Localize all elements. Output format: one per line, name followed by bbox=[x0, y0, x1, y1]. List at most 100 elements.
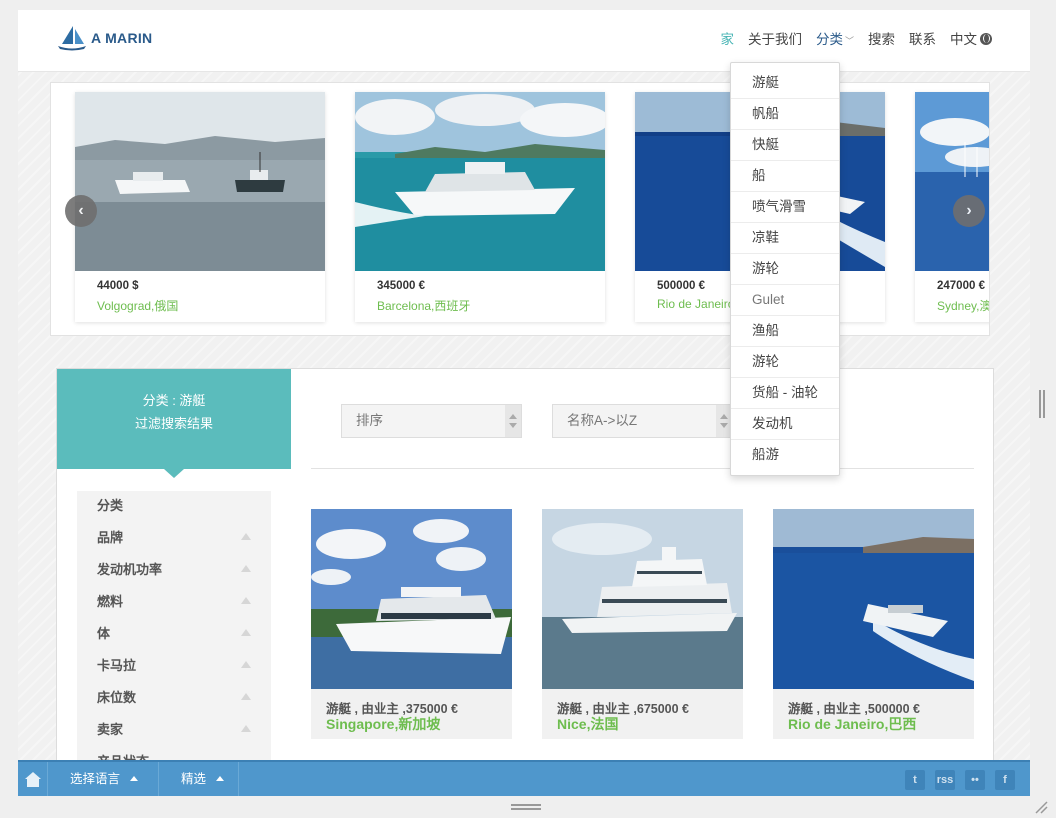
dropdown-item-engine[interactable]: 发动机 bbox=[731, 409, 839, 440]
filter-label: 卖家 bbox=[97, 722, 124, 737]
filter-brand[interactable]: 品牌 bbox=[77, 523, 271, 555]
filter-category[interactable]: 分类 bbox=[77, 491, 271, 523]
order-select[interactable]: 名称A->以Z bbox=[552, 404, 733, 438]
dropdown-item-fishing-boat[interactable]: 渔船 bbox=[731, 316, 839, 347]
flickr-icon[interactable]: •• bbox=[965, 770, 985, 790]
triangle-up-icon bbox=[241, 661, 251, 668]
carousel-prev-button[interactable]: ‹ bbox=[65, 195, 97, 227]
listing-image bbox=[542, 509, 743, 689]
language-selector[interactable]: 选择语言 bbox=[48, 762, 159, 796]
nav-about[interactable]: 关于我们 bbox=[748, 28, 802, 48]
nav-search[interactable]: 搜索 bbox=[868, 28, 895, 48]
filter-label: 卡马拉 bbox=[97, 658, 137, 673]
listing-location[interactable]: Singapore,新加坡 bbox=[326, 714, 440, 734]
order-select-value: 名称A->以Z bbox=[567, 413, 638, 428]
language-selector-label: 选择语言 bbox=[70, 772, 121, 786]
divider bbox=[311, 468, 974, 469]
dropdown-item-sailboat[interactable]: 帆船 bbox=[731, 99, 839, 130]
dropdown-item-boat[interactable]: 船 bbox=[731, 161, 839, 192]
sailboat-logo-icon bbox=[58, 26, 86, 51]
nav-contact[interactable]: 联系 bbox=[909, 28, 936, 48]
sidebar-filter-title: 过滤搜索结果 bbox=[134, 416, 213, 431]
triangle-up-icon bbox=[241, 629, 251, 636]
logo[interactable]: A MARIN bbox=[56, 24, 152, 52]
resize-handle-vertical[interactable] bbox=[1039, 390, 1045, 418]
resize-handle-horizontal[interactable] bbox=[511, 804, 541, 810]
filter-fuel[interactable]: 燃料 bbox=[77, 587, 271, 619]
dropdown-item-cruise-ship[interactable]: 游轮 bbox=[731, 347, 839, 378]
carousel-location[interactable]: Volgograd,俄国 bbox=[97, 297, 178, 314]
resize-corner-icon[interactable] bbox=[1034, 800, 1048, 814]
bottom-toolbar: 选择语言 精选 t rss •• f bbox=[18, 760, 1030, 796]
nav-categories-label: 分类 bbox=[815, 32, 843, 47]
main-nav: 家 关于我们 分类 ﹀ 搜索 联系 中文 bbox=[706, 28, 992, 48]
triangle-up-icon bbox=[241, 597, 251, 604]
carousel-price: 247000 € bbox=[937, 280, 985, 292]
carousel-price: 345000 € bbox=[377, 280, 425, 292]
filter-list: 分类 品牌 发动机功率 燃料 体 卡马拉 床位数 卖家 产品状态 bbox=[77, 491, 271, 796]
dropdown-item-boat-tour[interactable]: 船游 bbox=[731, 440, 839, 471]
filter-label: 燃料 bbox=[97, 594, 124, 609]
triangle-up-icon bbox=[241, 725, 251, 732]
listing-image bbox=[311, 509, 512, 689]
featured-menu[interactable]: 精选 bbox=[159, 762, 239, 796]
carousel-image-yacht bbox=[355, 92, 605, 271]
nav-home[interactable]: 家 bbox=[720, 28, 734, 48]
listing-location[interactable]: Nice,法国 bbox=[557, 714, 618, 734]
carousel-image-harbor bbox=[915, 92, 989, 271]
brand-name: A MARIN bbox=[91, 30, 153, 46]
carousel-image-lake bbox=[75, 92, 325, 271]
dropdown-item-speedboat[interactable]: 快艇 bbox=[731, 130, 839, 161]
chevron-left-icon: ‹ bbox=[78, 202, 84, 219]
twitter-icon[interactable]: t bbox=[905, 770, 925, 790]
select-arrows-icon bbox=[505, 405, 521, 437]
carousel-location[interactable]: Barcelona,西班牙 bbox=[377, 297, 470, 314]
dropdown-item-jetski[interactable]: 喷气滑雪 bbox=[731, 192, 839, 223]
triangle-up-icon bbox=[216, 776, 225, 781]
triangle-up-icon bbox=[241, 533, 251, 540]
listing-content: 排序 名称A->以Z 游艇 , 由业主 ,375000 € Singapore,… bbox=[291, 369, 994, 796]
home-icon[interactable] bbox=[18, 762, 48, 796]
filter-label: 床位数 bbox=[97, 690, 137, 705]
featured-menu-label: 精选 bbox=[181, 772, 207, 786]
filter-seller[interactable]: 卖家 bbox=[77, 715, 271, 747]
dropdown-item-cargo-tanker[interactable]: 货船 - 油轮 bbox=[731, 378, 839, 409]
listing-image bbox=[773, 509, 974, 689]
categories-dropdown: 游艇 帆船 快艇 船 喷气滑雪 凉鞋 游轮 Gulet 渔船 游轮 货船 - 油… bbox=[730, 62, 840, 476]
nav-categories[interactable]: 分类 ﹀ bbox=[816, 28, 854, 48]
facebook-icon[interactable]: f bbox=[995, 770, 1015, 790]
dropdown-item-cruiser[interactable]: 游轮 bbox=[731, 254, 839, 285]
carousel-price: 500000 € bbox=[657, 280, 705, 292]
carousel-item[interactable]: 345000 € Barcelona,西班牙 bbox=[355, 92, 605, 322]
filter-sidebar: 分类 : 游艇 过滤搜索结果 分类 品牌 发动机功率 燃料 体 卡马拉 床位数 … bbox=[57, 369, 291, 796]
carousel-item[interactable]: 44000 $ Volgograd,俄国 bbox=[75, 92, 325, 322]
listing-card[interactable]: 游艇 , 由业主 ,500000 € Rio de Janeiro,巴西 bbox=[773, 509, 974, 739]
dropdown-item-yacht[interactable]: 游艇 bbox=[731, 68, 839, 99]
sort-select[interactable]: 排序 bbox=[341, 404, 522, 438]
carousel-price: 44000 $ bbox=[97, 280, 139, 292]
carousel-location[interactable]: Rio de Janeiro bbox=[657, 297, 734, 311]
dropdown-item-gulet[interactable]: Gulet bbox=[731, 285, 839, 316]
sort-select-value: 排序 bbox=[356, 413, 383, 428]
filter-engine-power[interactable]: 发动机功率 bbox=[77, 555, 271, 587]
dropdown-item-sandal[interactable]: 凉鞋 bbox=[731, 223, 839, 254]
triangle-up-icon bbox=[241, 565, 251, 572]
globe-icon bbox=[980, 33, 992, 45]
carousel-location[interactable]: Sydney,澳 bbox=[937, 297, 989, 314]
chevron-right-icon: › bbox=[966, 202, 972, 219]
listing-card[interactable]: 游艇 , 由业主 ,675000 € Nice,法国 bbox=[542, 509, 743, 739]
sidebar-heading: 分类 : 游艇 过滤搜索结果 bbox=[57, 369, 291, 478]
rss-icon[interactable]: rss bbox=[935, 770, 955, 790]
nav-language[interactable]: 中文 bbox=[950, 28, 992, 48]
listing-location[interactable]: Rio de Janeiro,巴西 bbox=[788, 714, 916, 734]
triangle-up-icon bbox=[130, 776, 139, 781]
filter-cabins[interactable]: 卡马拉 bbox=[77, 651, 271, 683]
chevron-down-icon: ﹀ bbox=[844, 36, 854, 46]
carousel-next-button[interactable]: › bbox=[953, 195, 985, 227]
filter-body[interactable]: 体 bbox=[77, 619, 271, 651]
triangle-up-icon bbox=[241, 693, 251, 700]
filter-label: 体 bbox=[97, 626, 111, 641]
filter-label: 分类 bbox=[97, 498, 124, 513]
filter-berths[interactable]: 床位数 bbox=[77, 683, 271, 715]
listing-card[interactable]: 游艇 , 由业主 ,375000 € Singapore,新加坡 bbox=[311, 509, 512, 739]
